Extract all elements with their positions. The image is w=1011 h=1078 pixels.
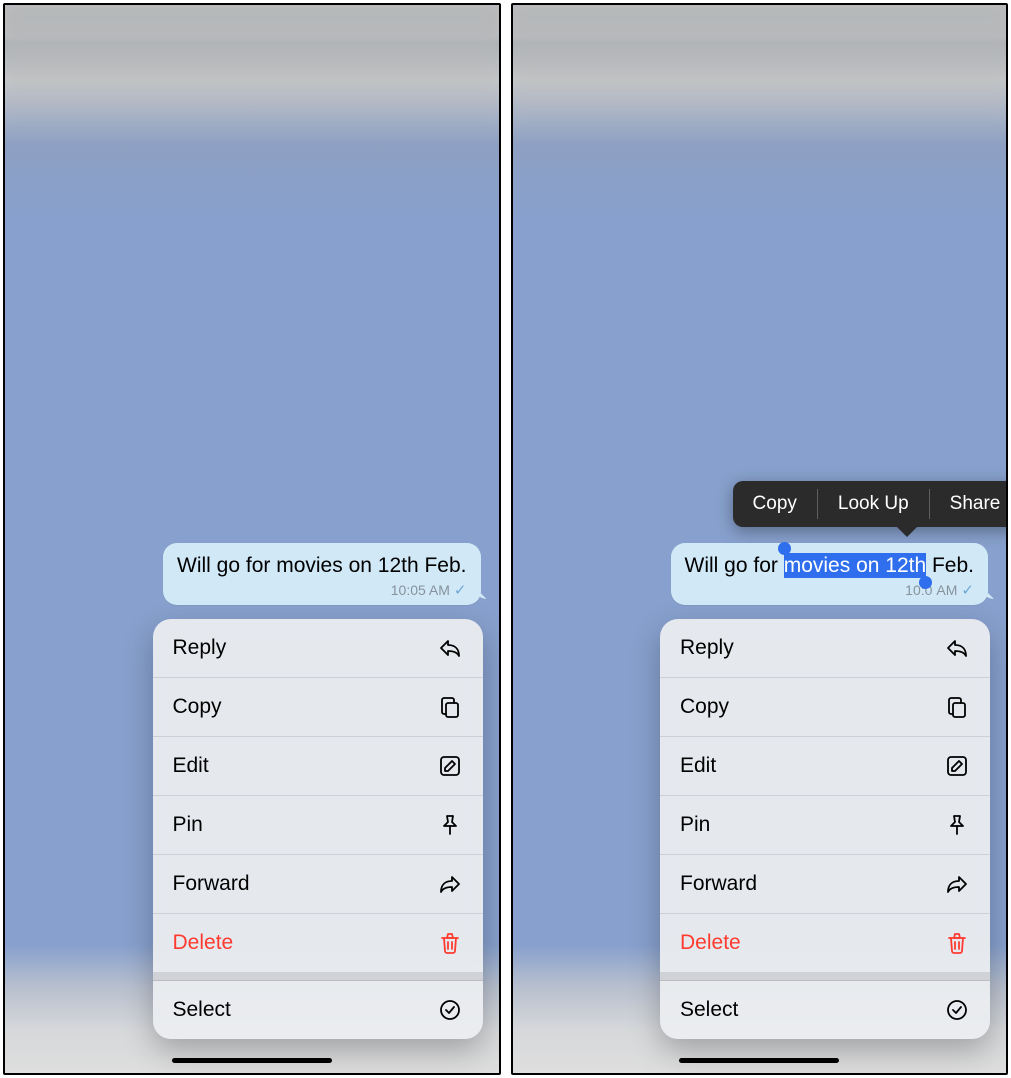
message-text: Will go for movies on 12th Feb. [685, 553, 974, 579]
menu-label: Delete [173, 931, 234, 955]
menu-label: Pin [173, 813, 203, 837]
pin-icon [944, 812, 970, 838]
selection-handle-end[interactable] [919, 576, 932, 589]
menu-label: Select [680, 998, 738, 1022]
message-bubble-wrap: Will go for movies on 12th Feb. 10:05 AM… [163, 543, 480, 605]
menu-label: Select [173, 998, 231, 1022]
popover-item-lookup[interactable]: Look Up [818, 481, 929, 527]
menu-label: Edit [680, 754, 716, 778]
menu-item-forward[interactable]: Forward [660, 855, 990, 914]
reply-icon [944, 635, 970, 661]
menu-item-delete[interactable]: Delete [153, 914, 483, 973]
delivered-check-icon: ✓ [961, 581, 974, 599]
menu-item-reply[interactable]: Reply [660, 619, 990, 678]
copy-icon [437, 694, 463, 720]
text-selection-popover: Copy Look Up Share [733, 481, 1008, 527]
menu-separator [660, 973, 990, 981]
text-selection[interactable]: movies on 12th [784, 553, 926, 578]
popover-item-copy[interactable]: Copy [733, 481, 817, 527]
content-area: Copy Look Up Share Will go for movies on… [513, 531, 1007, 1073]
home-indicator[interactable] [679, 1058, 839, 1063]
select-check-circle-icon [437, 997, 463, 1023]
message-meta: 10:05 AM ✓ [177, 581, 466, 599]
menu-label: Copy [173, 695, 222, 719]
forward-icon [944, 871, 970, 897]
menu-item-pin[interactable]: Pin [660, 796, 990, 855]
message-bubble[interactable]: Will go for movies on 12th Feb. 10:05 AM… [163, 543, 480, 605]
message-time: 10:05 AM [391, 582, 450, 598]
menu-item-select[interactable]: Select [153, 981, 483, 1039]
menu-item-edit[interactable]: Edit [153, 737, 483, 796]
content-area: Will go for movies on 12th Feb. 10:05 AM… [5, 531, 499, 1073]
select-check-circle-icon [944, 997, 970, 1023]
menu-label: Forward [173, 872, 250, 896]
menu-label: Edit [173, 754, 209, 778]
pin-icon [437, 812, 463, 838]
trash-icon [944, 930, 970, 956]
menu-label: Delete [680, 931, 741, 955]
message-text-post: Feb. [926, 554, 974, 577]
popover-arrow-icon [895, 525, 919, 537]
menu-item-reply[interactable]: Reply [153, 619, 483, 678]
message-time-post: AM [936, 582, 957, 598]
edit-icon [944, 753, 970, 779]
forward-icon [437, 871, 463, 897]
edit-icon [437, 753, 463, 779]
menu-item-copy[interactable]: Copy [153, 678, 483, 737]
message-text: Will go for movies on 12th Feb. [177, 553, 466, 579]
message-text-selected: movies on 12th [784, 554, 926, 577]
reply-icon [437, 635, 463, 661]
trash-icon [437, 930, 463, 956]
menu-item-pin[interactable]: Pin [153, 796, 483, 855]
menu-label: Reply [173, 636, 227, 660]
blurred-header [513, 5, 1007, 125]
copy-icon [944, 694, 970, 720]
context-menu: Reply Copy Edit Pin [153, 619, 483, 1039]
home-indicator[interactable] [172, 1058, 332, 1063]
menu-label: Forward [680, 872, 757, 896]
menu-label: Pin [680, 813, 710, 837]
message-bubble-wrap: Copy Look Up Share Will go for movies on… [671, 543, 988, 605]
delivered-check-icon: ✓ [454, 581, 467, 599]
menu-item-delete[interactable]: Delete [660, 914, 990, 973]
popover-item-share[interactable]: Share [930, 481, 1008, 527]
screen-right: Copy Look Up Share Will go for movies on… [511, 3, 1009, 1075]
selection-handle-start[interactable] [778, 542, 791, 555]
menu-item-copy[interactable]: Copy [660, 678, 990, 737]
screen-left: Will go for movies on 12th Feb. 10:05 AM… [3, 3, 501, 1075]
message-text-pre: Will go for [685, 554, 784, 577]
menu-item-edit[interactable]: Edit [660, 737, 990, 796]
menu-item-select[interactable]: Select [660, 981, 990, 1039]
menu-separator [153, 973, 483, 981]
context-menu: Reply Copy Edit Pin [660, 619, 990, 1039]
blurred-header [5, 5, 499, 125]
message-bubble[interactable]: Will go for movies on 12th Feb. 10:0 AM … [671, 543, 988, 605]
menu-item-forward[interactable]: Forward [153, 855, 483, 914]
menu-label: Reply [680, 636, 734, 660]
menu-label: Copy [680, 695, 729, 719]
